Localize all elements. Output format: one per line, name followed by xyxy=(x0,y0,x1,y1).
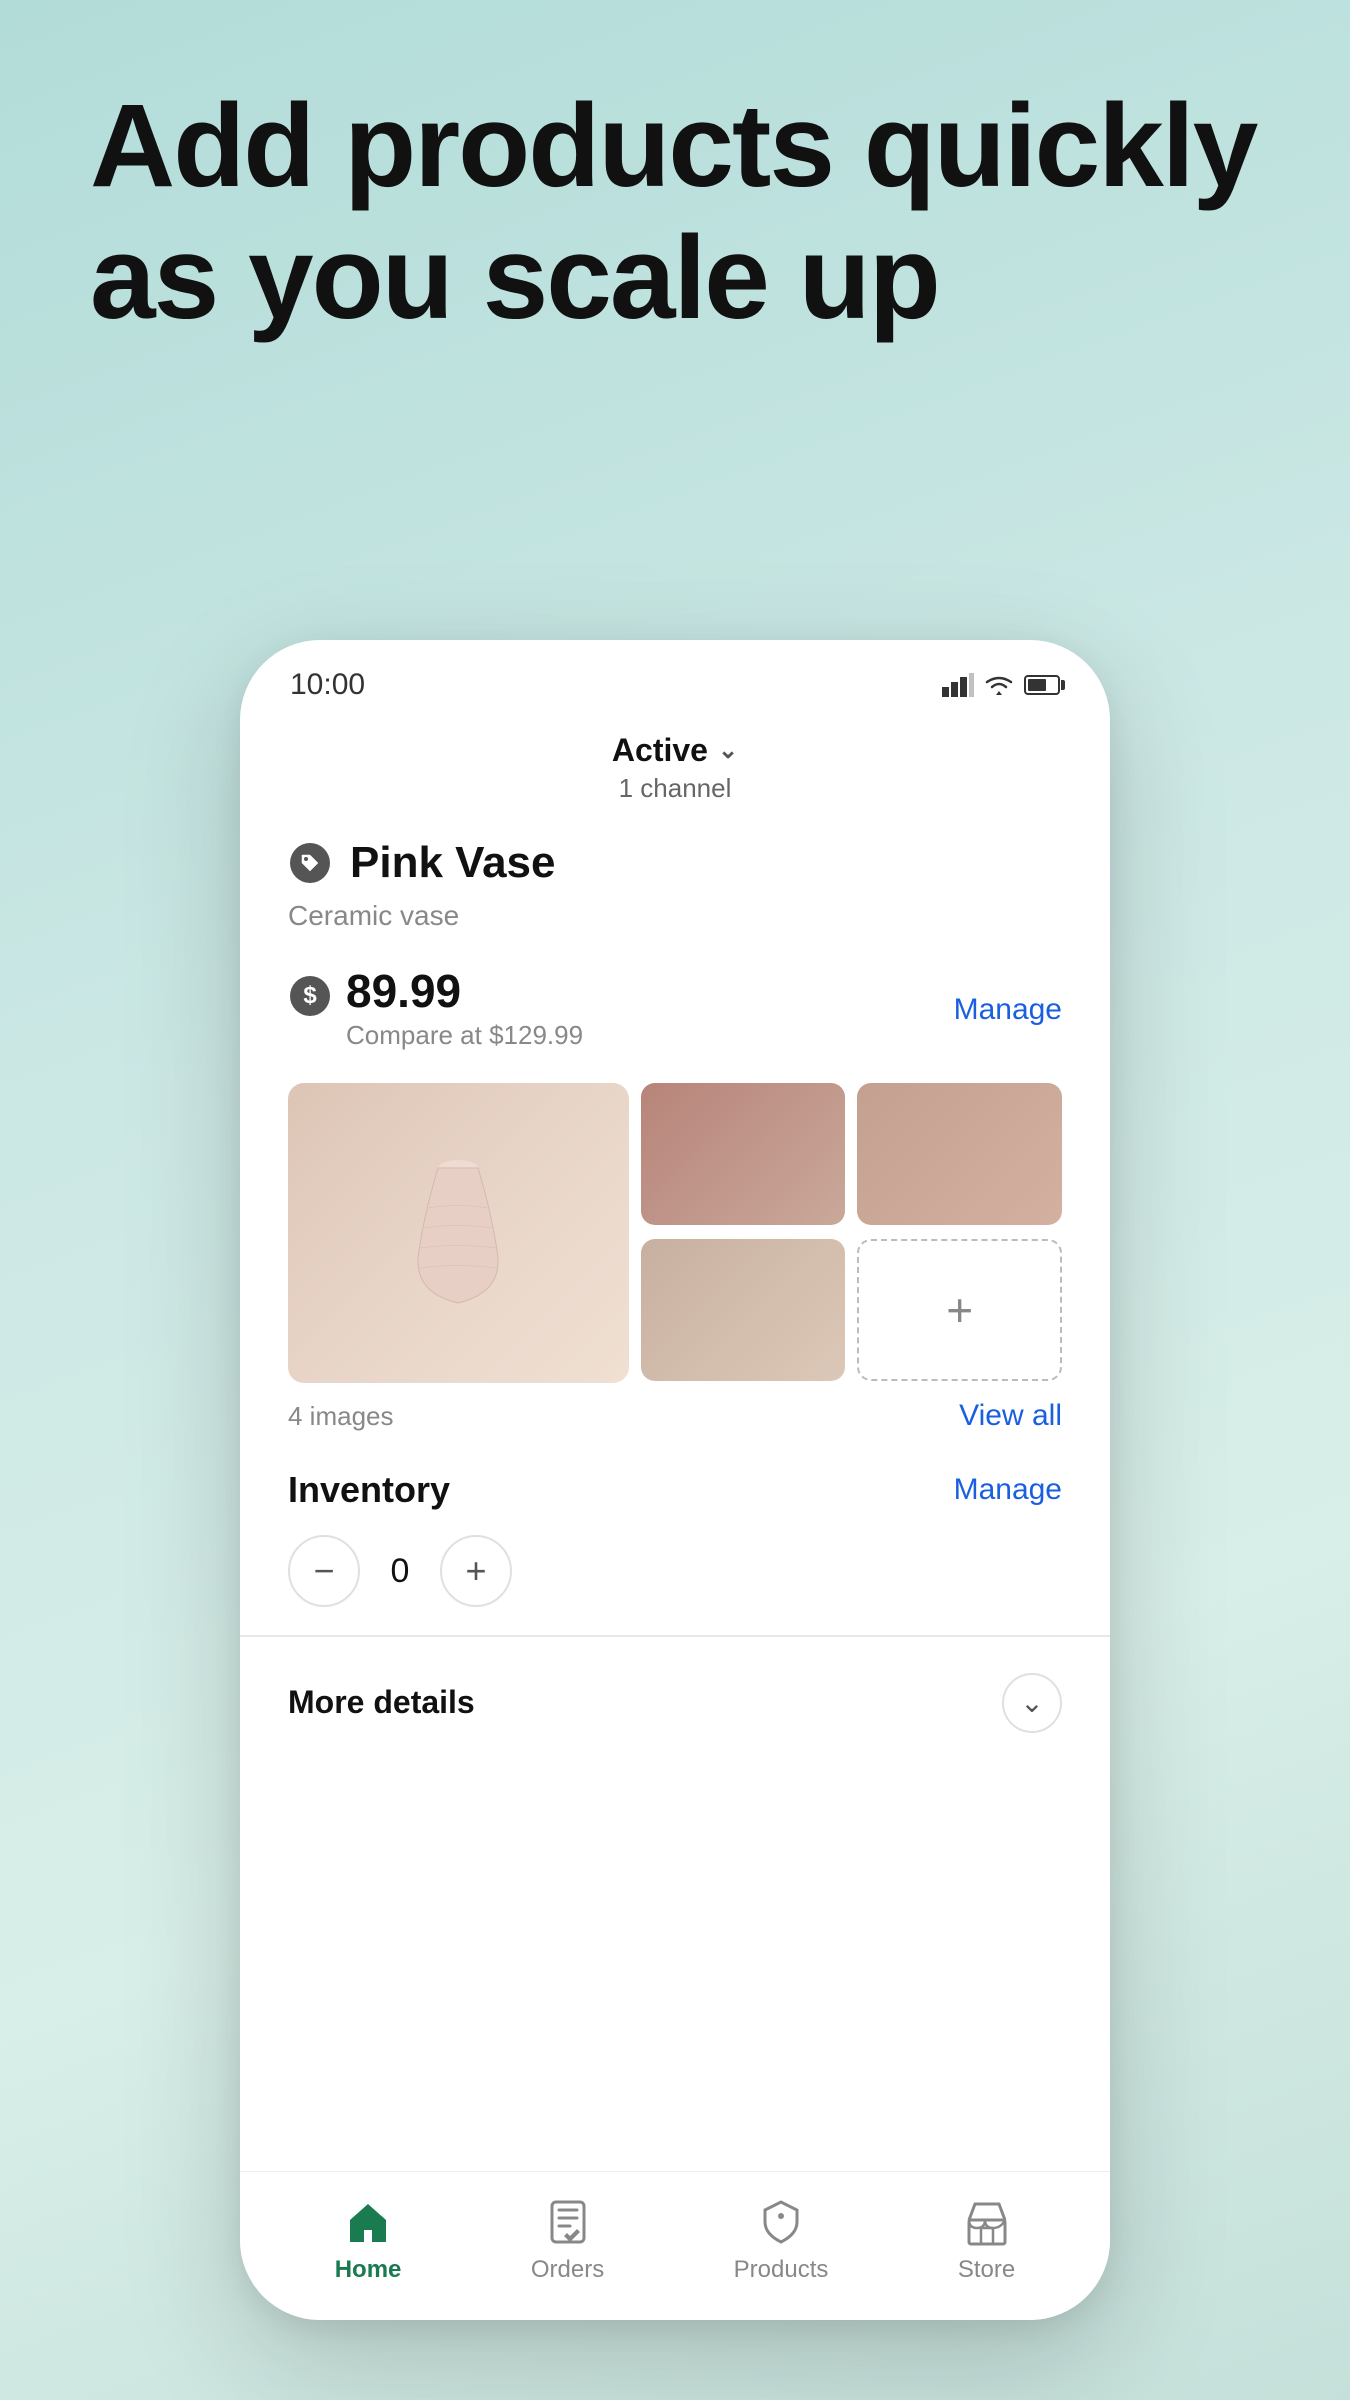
status-icons xyxy=(942,673,1060,697)
signal-icon xyxy=(942,673,974,697)
store-icon xyxy=(961,2196,1013,2248)
nav-products-label: Products xyxy=(734,2256,829,2284)
home-icon xyxy=(342,2196,394,2248)
quantity-increase-button[interactable]: + xyxy=(440,1535,512,1607)
battery-icon xyxy=(1024,675,1060,695)
add-more-image-button[interactable]: + xyxy=(857,1239,1062,1381)
vase-svg xyxy=(398,1138,518,1328)
price-left: $ 89.99 Compare at $129.99 xyxy=(288,968,583,1051)
more-details-expand-button[interactable]: ⌄ xyxy=(1002,1673,1062,1733)
channel-count: 1 channel xyxy=(619,773,732,804)
svg-text:$: $ xyxy=(303,982,317,1009)
product-description: Ceramic vase xyxy=(288,900,1062,932)
product-name: Pink Vase xyxy=(350,838,555,888)
bottom-navigation: Home Orders Products xyxy=(240,2171,1110,2320)
more-details-label: More details xyxy=(288,1684,475,1721)
dollar-icon: $ xyxy=(288,974,332,1018)
inventory-controls: − 0 + xyxy=(288,1535,1062,1607)
tag-icon xyxy=(288,841,332,885)
inventory-header: Inventory Manage xyxy=(288,1469,1062,1511)
active-header: Active ⌄ 1 channel xyxy=(240,712,1110,828)
nav-item-products[interactable]: Products xyxy=(734,2196,829,2284)
product-name-row: Pink Vase xyxy=(288,838,1062,888)
price-manage-link[interactable]: Manage xyxy=(954,993,1062,1027)
inventory-title: Inventory xyxy=(288,1469,450,1511)
phone-mockup: 10:00 Active ⌄ 1 ch xyxy=(240,640,1110,2320)
thumbnail-3[interactable] xyxy=(641,1239,846,1381)
products-icon xyxy=(755,2196,807,2248)
thumbnail-1[interactable] xyxy=(641,1083,846,1225)
price-amount: 89.99 xyxy=(346,968,583,1014)
nav-store-label: Store xyxy=(958,2256,1015,2284)
thumbnail-2[interactable] xyxy=(857,1083,1062,1225)
inventory-section: Inventory Manage − 0 + xyxy=(288,1469,1062,1607)
wifi-icon xyxy=(982,673,1016,697)
plus-icon: + xyxy=(946,1283,973,1337)
nav-item-store[interactable]: Store xyxy=(958,2196,1015,2284)
price-row: $ 89.99 Compare at $129.99 Manage xyxy=(288,968,1062,1051)
nav-item-orders[interactable]: Orders xyxy=(531,2196,604,2284)
active-status-label: Active xyxy=(612,732,708,769)
nav-item-home[interactable]: Home xyxy=(335,2196,402,2284)
product-content: Pink Vase Ceramic vase $ 89.99 Compare a… xyxy=(240,828,1110,2171)
images-count: 4 images xyxy=(288,1401,394,1432)
chevron-down-icon: ⌄ xyxy=(718,736,738,765)
view-all-link[interactable]: View all xyxy=(959,1399,1062,1433)
image-grid: + xyxy=(288,1083,1062,1383)
inventory-manage-link[interactable]: Manage xyxy=(954,1473,1062,1507)
orders-icon xyxy=(542,2196,594,2248)
quantity-decrease-button[interactable]: − xyxy=(288,1535,360,1607)
compare-price: Compare at $129.99 xyxy=(346,1020,583,1051)
active-title-row[interactable]: Active ⌄ xyxy=(612,732,738,769)
more-details-row[interactable]: More details ⌄ xyxy=(288,1637,1062,1769)
price-info: 89.99 Compare at $129.99 xyxy=(346,968,583,1051)
images-footer: 4 images View all xyxy=(288,1399,1062,1433)
hero-section: Add products quickly as you scale up xyxy=(90,80,1260,344)
expand-chevron-icon: ⌄ xyxy=(1020,1686,1043,1719)
status-time: 10:00 xyxy=(290,668,365,702)
nav-home-label: Home xyxy=(335,2256,402,2284)
status-bar: 10:00 xyxy=(240,640,1110,712)
quantity-value: 0 xyxy=(360,1552,440,1591)
main-product-image[interactable] xyxy=(288,1083,629,1383)
nav-orders-label: Orders xyxy=(531,2256,604,2284)
hero-title: Add products quickly as you scale up xyxy=(90,80,1260,344)
